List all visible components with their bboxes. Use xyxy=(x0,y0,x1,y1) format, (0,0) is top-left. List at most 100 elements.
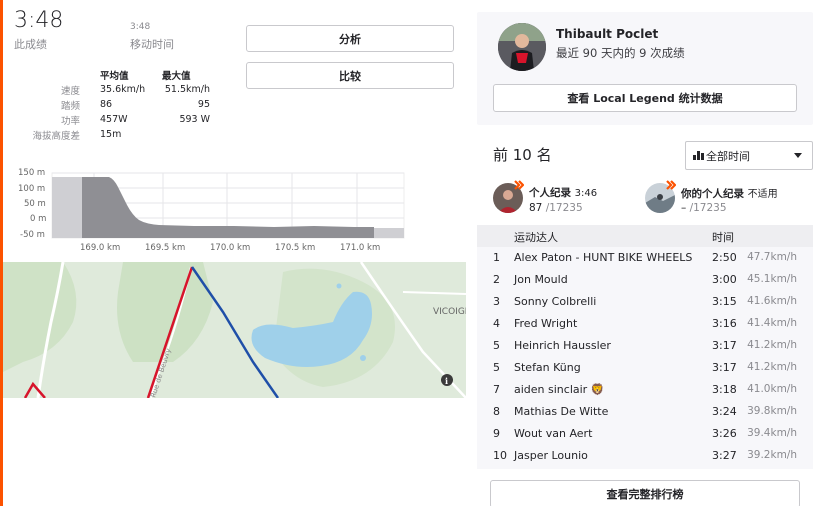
leaderboard-table: 1 Alex Paton - HUNT BIKE WHEELS 2:50 47.… xyxy=(477,247,813,469)
row-speed: 41.6km/h xyxy=(747,295,797,307)
place-label: VICOIGN xyxy=(433,307,466,317)
row-rank: 3 xyxy=(493,295,500,308)
stats-table: 平均值 最大值 速度 35.6km/h 51.5km/h 踏频 86 95 功率… xyxy=(30,67,210,142)
row-speed: 41.4km/h xyxy=(747,317,797,329)
stats-row-elevation: 海拔高度差 15m xyxy=(30,127,210,142)
table-row[interactable]: 5 Heinrich Haussler 3:17 41.2km/h xyxy=(477,335,813,357)
pr-rank-value: 87 xyxy=(529,202,543,214)
achievement-icon xyxy=(514,180,524,190)
row-rank: 2 xyxy=(493,273,500,286)
stat-label: 功率 xyxy=(60,115,80,127)
row-time: 3:16 xyxy=(712,317,737,330)
row-rank: 4 xyxy=(493,317,500,330)
row-speed: 47.7km/h xyxy=(747,251,797,263)
elapsed-time: 3:48 xyxy=(14,8,64,33)
local-legend-name[interactable]: Thibault Poclet xyxy=(556,27,658,41)
row-rank: 1 xyxy=(493,251,500,264)
elevation-highlight-end xyxy=(374,228,404,238)
stats-row-speed: 速度 35.6km/h 51.5km/h xyxy=(30,82,210,97)
pr-rank: 87 /17235 xyxy=(529,202,583,214)
view-full-leaderboard-button[interactable]: 查看完整排行榜 xyxy=(490,480,800,506)
time-filter-select[interactable]: 全部时间 xyxy=(685,141,813,170)
elevation-highlight-start xyxy=(52,177,82,238)
stat-avg: 35.6km/h xyxy=(100,84,146,95)
leaderboard-title: 前 10 名 xyxy=(493,146,552,164)
stat-avg: 86 xyxy=(100,99,113,110)
row-athlete[interactable]: Heinrich Haussler xyxy=(514,339,611,352)
local-legend-stats-button[interactable]: 查看 Local Legend 统计数据 xyxy=(493,84,797,112)
pr-time: 3:46 xyxy=(574,188,598,199)
chevron-down-icon xyxy=(794,153,802,158)
row-rank: 5 xyxy=(493,361,500,374)
your-pr-rank: – /17235 xyxy=(681,202,727,214)
analyze-button[interactable]: 分析 xyxy=(246,25,454,52)
personal-records: 个人纪录 3:46 87 /17235 你的个人纪录 不适用 – /17235 xyxy=(477,177,813,225)
table-row[interactable]: 10 Jasper Lounio 3:27 39.2km/h xyxy=(477,445,813,467)
elapsed-label: 此成绩 xyxy=(14,38,47,51)
row-speed: 41.2km/h xyxy=(747,361,797,373)
y-tick: 150 m xyxy=(18,168,45,178)
y-tick: -50 m xyxy=(20,230,45,240)
row-time: 3:24 xyxy=(712,405,737,418)
y-tick: 50 m xyxy=(24,199,46,209)
table-row[interactable]: 1 Alex Paton - HUNT BIKE WHEELS 2:50 47.… xyxy=(477,247,813,269)
table-row[interactable]: 8 Mathias De Witte 3:24 39.8km/h xyxy=(477,401,813,423)
stat-max: 51.5km/h xyxy=(164,84,210,95)
table-row[interactable]: 4 Fred Wright 3:16 41.4km/h xyxy=(477,313,813,335)
row-time: 3:00 xyxy=(712,273,737,286)
time-filter-label: 全部时间 xyxy=(706,149,750,163)
row-athlete[interactable]: Stefan Küng xyxy=(514,361,581,374)
stat-label: 踏频 xyxy=(60,100,80,112)
stats-header: 平均值 最大值 xyxy=(30,67,210,82)
row-athlete[interactable]: Alex Paton - HUNT BIKE WHEELS xyxy=(514,251,692,264)
row-time: 3:15 xyxy=(712,295,737,308)
your-pr-rank-total: /17235 xyxy=(689,202,727,214)
row-rank: 5 xyxy=(493,339,500,352)
x-tick: 169.5 km xyxy=(145,243,185,253)
row-athlete[interactable]: Fred Wright xyxy=(514,317,577,330)
row-time: 3:27 xyxy=(712,449,737,462)
avatar[interactable] xyxy=(498,23,546,71)
row-time: 3:26 xyxy=(712,427,737,440)
accent-bar xyxy=(0,0,3,506)
row-athlete[interactable]: Jon Mould xyxy=(514,273,568,286)
row-athlete[interactable]: Jasper Lounio xyxy=(514,449,588,462)
avg-header: 平均值 xyxy=(100,70,129,82)
max-header: 最大值 xyxy=(162,70,191,82)
stat-max: 95 xyxy=(197,99,210,110)
table-row[interactable]: 2 Jon Mould 3:00 45.1km/h xyxy=(477,269,813,291)
row-time: 3:17 xyxy=(712,339,737,352)
x-tick: 171.0 km xyxy=(340,243,380,253)
your-pr-title: 你的个人纪录 不适用 xyxy=(681,185,778,201)
elevation-chart[interactable]: 150 m 100 m 50 m 0 m -50 m 169.0 km 169.… xyxy=(14,165,406,258)
row-athlete[interactable]: Mathias De Witte xyxy=(514,405,608,418)
row-rank: 9 xyxy=(493,427,500,440)
stats-row-cadence: 踏频 86 95 xyxy=(30,97,210,112)
compare-button[interactable]: 比较 xyxy=(246,62,454,89)
row-speed: 41.2km/h xyxy=(747,339,797,351)
row-speed: 39.8km/h xyxy=(747,405,797,417)
table-row[interactable]: 9 Wout van Aert 3:26 39.4km/h xyxy=(477,423,813,445)
segment-map[interactable]: VICOIGN Rue de Beuvry i xyxy=(3,262,466,398)
leaderboard-header: 运动达人 时间 xyxy=(477,225,813,247)
x-tick: 170.0 km xyxy=(210,243,250,253)
pr-title: 个人纪录 3:46 xyxy=(529,185,597,200)
row-athlete[interactable]: aiden sinclair 🦁 xyxy=(514,383,604,396)
row-time: 3:18 xyxy=(712,383,737,396)
table-row[interactable]: 5 Stefan Küng 3:17 41.2km/h xyxy=(477,357,813,379)
row-athlete[interactable]: Wout van Aert xyxy=(514,427,592,440)
row-speed: 39.2km/h xyxy=(747,449,797,461)
x-tick: 170.5 km xyxy=(275,243,315,253)
pr-rank-total: /17235 xyxy=(545,202,583,214)
y-tick: 100 m xyxy=(18,184,45,194)
row-time: 3:17 xyxy=(712,361,737,374)
row-rank: 10 xyxy=(493,449,507,462)
moving-time: 3:48 xyxy=(130,22,151,32)
your-pr-rank-value: – xyxy=(681,202,687,214)
row-speed: 39.4km/h xyxy=(747,427,797,439)
table-row[interactable]: 7 aiden sinclair 🦁 3:18 41.0km/h xyxy=(477,379,813,401)
row-rank: 8 xyxy=(493,405,500,418)
your-pr-title-text: 你的个人纪录 xyxy=(681,188,744,200)
table-row[interactable]: 3 Sonny Colbrelli 3:15 41.6km/h xyxy=(477,291,813,313)
row-athlete[interactable]: Sonny Colbrelli xyxy=(514,295,596,308)
